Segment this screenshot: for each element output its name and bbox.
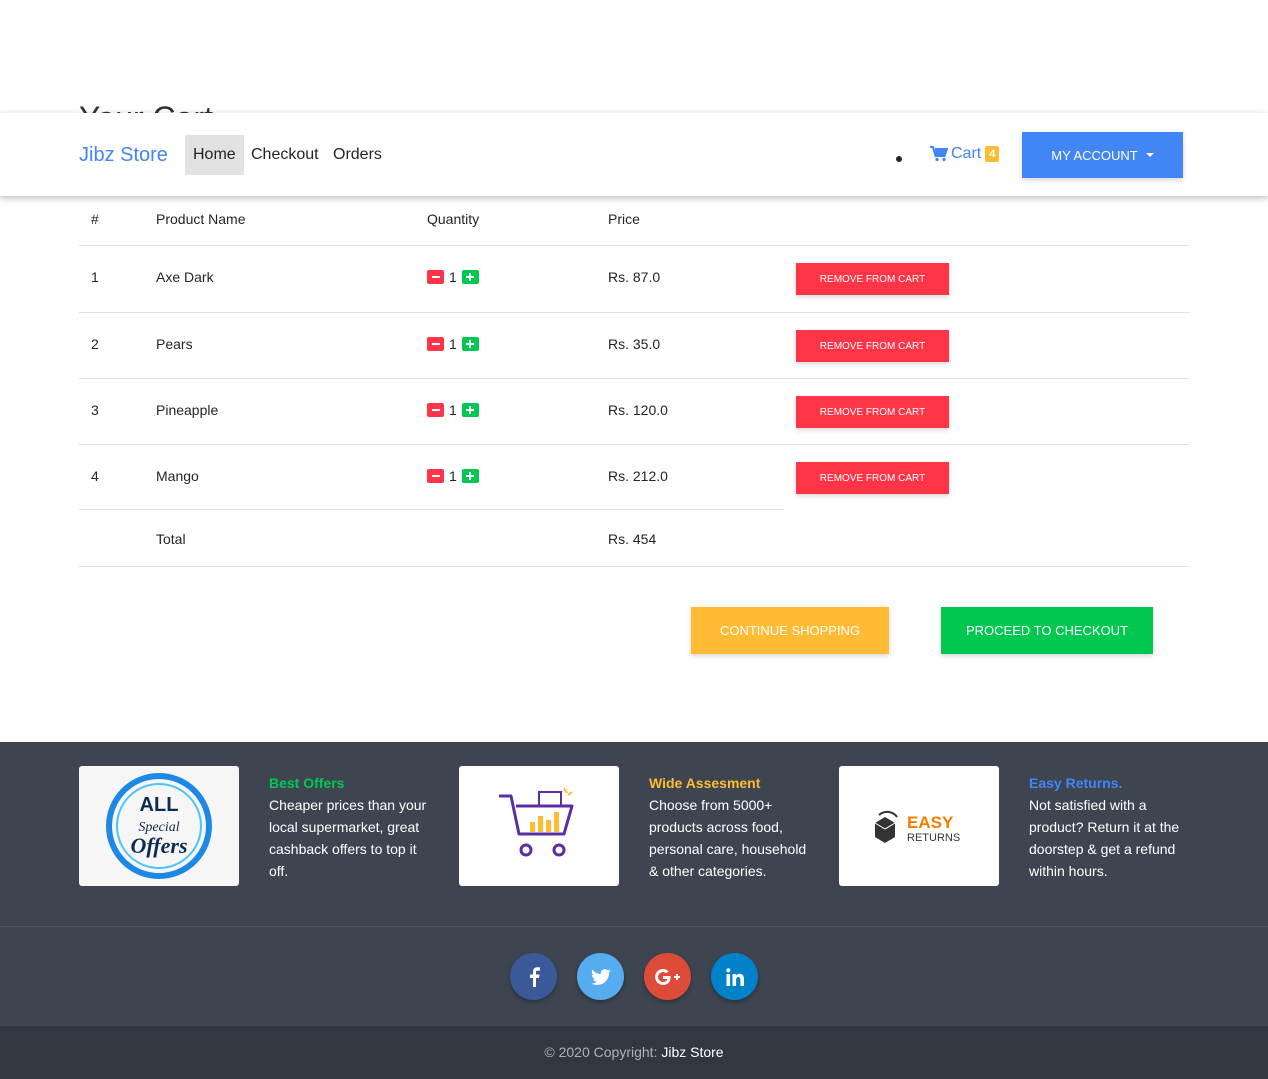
minus-icon[interactable] (427, 270, 444, 284)
quantity-stepper: 1 (427, 402, 479, 418)
row-product-name: Pears (156, 336, 193, 352)
returns-word-returns: RETURNS (907, 832, 960, 844)
linkedin-icon (725, 967, 744, 986)
minus-icon[interactable] (427, 469, 444, 483)
feature-description: Cheaper prices than your local supermark… (269, 797, 427, 879)
quantity-stepper: 1 (427, 336, 479, 352)
offer-word-offers: Offers (130, 833, 187, 858)
facebook-icon (529, 966, 540, 987)
facebook-button[interactable] (510, 953, 557, 1000)
quantity-stepper: 1 (427, 468, 479, 484)
row-price: Rs. 212.0 (608, 468, 668, 484)
cart-count-badge: 4 (985, 146, 1000, 162)
feature-title: Best Offers (269, 775, 345, 791)
easy-returns-icon: EASY RETURNS (874, 810, 960, 844)
row-product-name: Mango (156, 468, 199, 484)
remove-from-cart-button[interactable]: Remove from cart (796, 330, 949, 362)
row-number: 1 (91, 269, 99, 285)
total-row: Total Rs. 454 (79, 509, 1189, 567)
plus-icon[interactable] (461, 403, 479, 417)
nav-dot (896, 156, 902, 162)
twitter-button[interactable] (577, 953, 624, 1000)
twitter-icon (590, 968, 611, 985)
quantity-stepper: 1 (427, 269, 479, 285)
my-account-button[interactable]: My Account (1022, 132, 1183, 178)
table-row: 2 Pears 1 Rs. 35.0 Remove from cart (79, 312, 1189, 378)
shopping-cart-icon (930, 146, 948, 162)
minus-icon[interactable] (427, 337, 444, 351)
shopping-cart-chart-icon (499, 787, 574, 857)
google-plus-icon (654, 968, 680, 985)
nav-orders[interactable]: Orders (325, 135, 390, 175)
google-plus-button[interactable] (644, 953, 691, 1000)
total-value: Rs. 454 (608, 531, 657, 547)
cart-table: # Product Name Quantity Price 1 Axe Dark… (79, 196, 1189, 567)
table-row: 1 Axe Dark 1 Rs. 87.0 Remove from cart (79, 246, 1189, 312)
nav-home[interactable]: Home (185, 135, 244, 175)
table-row: 3 Pineapple 1 Rs. 120.0 Remove from cart (79, 378, 1189, 444)
cart-label: Cart (951, 145, 982, 162)
offer-word-all: ALL (140, 794, 179, 816)
header-price: Price (608, 211, 640, 227)
row-price: Rs. 120.0 (608, 402, 668, 418)
plus-icon[interactable] (461, 337, 479, 351)
plus-icon[interactable] (461, 270, 479, 284)
row-product-name: Pineapple (156, 402, 219, 418)
row-price: Rs. 35.0 (608, 336, 661, 352)
footer-divider (0, 926, 1268, 927)
proceed-to-checkout-button[interactable]: Proceed to Checkout (941, 607, 1153, 654)
special-offers-icon: ALL Special Offers (106, 773, 212, 879)
feature-title: Easy Returns. (1029, 775, 1123, 791)
copyright-text: © 2020 Copyright: (544, 1044, 662, 1060)
remove-from-cart-button[interactable]: Remove from cart (796, 396, 949, 428)
table-row: 4 Mango 1 Rs. 212.0 Remove from cart (79, 444, 1189, 510)
row-divider (79, 509, 784, 510)
row-number: 4 (91, 468, 99, 484)
feature-description: Choose from 5000+ products across food, … (649, 797, 807, 879)
row-product-name: Axe Dark (156, 269, 214, 285)
returns-word-easy: EASY (907, 813, 954, 832)
feature-title: Wide Assesment (649, 775, 761, 791)
total-label: Total (156, 531, 186, 547)
remove-from-cart-button[interactable]: Remove from cart (796, 263, 949, 295)
quantity-value: 1 (449, 269, 457, 285)
row-price: Rs. 87.0 (608, 269, 661, 285)
cart-link[interactable]: Cart 4 (930, 145, 1000, 163)
feature-best-offers: Best Offers Cheaper prices than your loc… (269, 772, 429, 882)
header-number: # (91, 211, 99, 227)
copyright-store-link[interactable]: Jibz Store (661, 1044, 723, 1060)
quantity-value: 1 (449, 336, 457, 352)
linkedin-button[interactable] (711, 953, 758, 1000)
easy-returns-image: EASY RETURNS (839, 766, 999, 886)
remove-from-cart-button[interactable]: Remove from cart (796, 462, 949, 494)
quantity-value: 1 (449, 402, 457, 418)
brand-link[interactable]: Jibz Store (79, 144, 168, 167)
footer: ALL Special Offers Best Offers Cheaper p… (0, 742, 1268, 1079)
feature-description: Not satisfied with a product? Return it … (1029, 797, 1180, 879)
row-number: 3 (91, 402, 99, 418)
feature-wide-assortment: Wide Assesment Choose from 5000+ product… (649, 772, 809, 882)
plus-icon[interactable] (461, 469, 479, 483)
continue-shopping-button[interactable]: Continue Shopping (691, 607, 889, 654)
copyright-bar: © 2020 Copyright: Jibz Store (0, 1026, 1268, 1079)
nav-checkout[interactable]: Checkout (243, 135, 327, 175)
feature-easy-returns: Easy Returns. Not satisfied with a produ… (1029, 772, 1189, 882)
special-offers-image: ALL Special Offers (79, 766, 239, 886)
chevron-down-icon (1145, 153, 1154, 157)
my-account-label: My Account (1051, 147, 1138, 163)
row-number: 2 (91, 336, 99, 352)
navbar: Jibz Store Home Checkout Orders Cart 4 M… (0, 113, 1268, 196)
quantity-value: 1 (449, 468, 457, 484)
wide-assortment-image (459, 766, 619, 886)
table-header-row: # Product Name Quantity Price (79, 196, 1189, 246)
header-product-name: Product Name (156, 211, 246, 227)
header-quantity: Quantity (427, 211, 480, 227)
minus-icon[interactable] (427, 403, 444, 417)
